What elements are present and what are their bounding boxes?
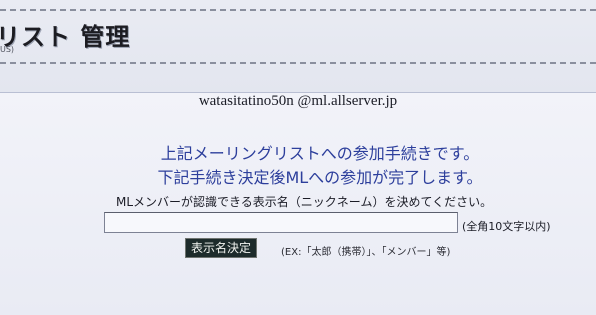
header: リスト 管理 US): [0, 0, 596, 93]
site-title: リスト 管理: [0, 23, 131, 51]
intro-line-1: 上記メーリングリストへの参加手続きです。: [160, 144, 480, 163]
mailing-list-address: watasitatino50n @ml.allserver.jp: [198, 93, 398, 109]
decide-display-name-button[interactable]: 表示名決定: [185, 238, 258, 258]
nickname-input[interactable]: [104, 212, 458, 233]
header-dashed-line-top: [0, 9, 596, 11]
nickname-instruction: MLメンバーが認識できる表示名（ニックネーム）を決めてください。: [116, 195, 493, 209]
nickname-length-hint: (全角10文字以内): [462, 220, 551, 233]
site-subtitle: US): [0, 45, 15, 54]
nickname-example: (EX:「太郎（携帯）」、「メンバー」等): [281, 247, 451, 258]
intro-line-2: 下記手続き決定後MLへの参加が完了します。: [157, 168, 483, 187]
header-dashed-line-bottom: [0, 62, 596, 64]
